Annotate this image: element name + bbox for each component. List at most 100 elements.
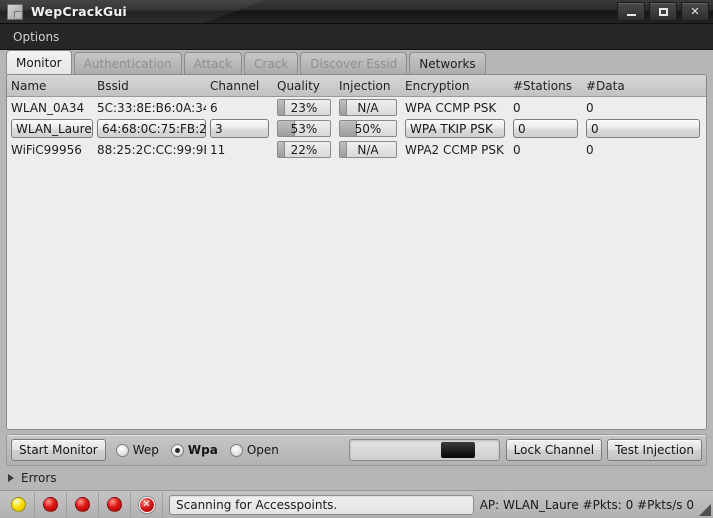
cell-stations[interactable]: 0 (509, 119, 582, 138)
radio-open[interactable]: Open (229, 443, 279, 457)
error-indicator[interactable]: ✕ (131, 491, 163, 518)
cell-stations-value: 0 (518, 121, 526, 136)
cell-injection[interactable]: N/A (335, 99, 401, 116)
cell-name[interactable]: WiFiC99956 (7, 143, 93, 157)
injection-value: 50% (354, 121, 382, 136)
cell-channel[interactable]: 3 (206, 119, 273, 138)
cell-data[interactable]: 0 (582, 143, 704, 157)
cell-stations-value: 0 (513, 100, 521, 115)
cell-data[interactable]: 0 (582, 101, 704, 115)
title-bar[interactable]: WepCrackGui ✕ (0, 0, 713, 24)
led-yellow-icon (11, 497, 26, 512)
cell-stations[interactable]: 0 (509, 101, 582, 115)
maximize-button[interactable] (649, 2, 677, 21)
column-header-name[interactable]: Name (7, 79, 93, 93)
cell-stations-editor[interactable]: 0 (513, 119, 578, 138)
cell-encryption-editor[interactable]: WPA TKIP PSK (405, 119, 505, 138)
tab-crack[interactable]: Crack (244, 52, 299, 74)
cell-data-value: 0 (586, 100, 594, 115)
quality-value: 23% (290, 100, 318, 115)
resize-grip-icon[interactable] (699, 504, 711, 516)
injection-bar: 50% (339, 120, 397, 137)
cell-bssid-editor[interactable]: 64:68:0C:75:FB:2B (97, 119, 206, 138)
radio-wpa-label: Wpa (187, 443, 218, 457)
cell-encryption[interactable]: WPA TKIP PSK (401, 119, 509, 138)
networks-table: Name Bssid Channel Quality Injection Enc… (6, 74, 707, 430)
monitor-action-bar: Start Monitor Wep Wpa Open Lock Channel … (6, 434, 707, 466)
cell-bssid[interactable]: 88:25:2C:CC:99:9B (93, 143, 206, 157)
status-message: Scanning for Accesspoints. (169, 494, 474, 515)
radio-wpa[interactable]: Wpa (170, 443, 218, 457)
tab-discover-essid[interactable]: Discover Essid (300, 52, 408, 74)
cell-data-value: 0 (586, 142, 594, 157)
close-button[interactable]: ✕ (681, 2, 709, 21)
column-header-injection[interactable]: Injection (335, 79, 401, 93)
error-x-icon: ✕ (138, 496, 155, 513)
led-red-icon (43, 497, 58, 512)
cell-bssid[interactable]: 64:68:0C:75:FB:2B (93, 119, 206, 138)
status-summary: AP: WLAN_Laure #Pkts: 0 #Pkts/s 0 (479, 497, 694, 512)
cell-channel-editor[interactable]: 3 (210, 119, 269, 138)
cell-encryption-value: WPA CCMP PSK (405, 100, 497, 115)
tab-authentication[interactable]: Authentication (73, 52, 182, 74)
cell-data-editor[interactable]: 0 (586, 119, 700, 138)
application-window: WepCrackGui ✕ Options Monitor Authentica… (0, 0, 713, 518)
table-row[interactable]: WLAN_0A34 5C:33:8E:B6:0A:34 6 23% N/A WPA CCM… (7, 97, 706, 118)
cell-data[interactable]: 0 (582, 119, 704, 138)
column-header-quality[interactable]: Quality (273, 79, 335, 93)
column-header-channel[interactable]: Channel (206, 79, 273, 93)
test-injection-button[interactable]: Test Injection (607, 439, 702, 461)
cell-name-value: WLAN_0A34 (11, 100, 85, 115)
minimize-icon (626, 13, 636, 16)
radio-wep[interactable]: Wep (115, 443, 159, 457)
led-indicator-1 (3, 491, 35, 518)
start-monitor-button[interactable]: Start Monitor (11, 439, 106, 461)
quality-value: 22% (290, 142, 318, 157)
tab-attack[interactable]: Attack (183, 52, 243, 74)
progress-pulse-block (440, 442, 475, 458)
column-header-encryption[interactable]: Encryption (401, 79, 509, 93)
cell-bssid[interactable]: 5C:33:8E:B6:0A:34 (93, 101, 206, 115)
cell-channel[interactable]: 6 (206, 101, 273, 115)
cell-stations-value: 0 (513, 142, 521, 157)
radio-open-icon (229, 443, 243, 457)
cell-name-value: WLAN_Laure (16, 121, 92, 136)
cell-name[interactable]: WLAN_0A34 (7, 101, 93, 115)
cell-encryption[interactable]: WPA CCMP PSK (401, 101, 509, 115)
lock-channel-button[interactable]: Lock Channel (505, 439, 603, 461)
menu-item-options[interactable]: Options (4, 27, 68, 47)
minimize-button[interactable] (617, 2, 645, 21)
maximize-icon (658, 7, 668, 16)
cell-quality[interactable]: 22% (273, 141, 335, 158)
tab-networks[interactable]: Networks (409, 52, 486, 74)
cell-quality[interactable]: 23% (273, 99, 335, 116)
cell-stations[interactable]: 0 (509, 143, 582, 157)
cell-quality[interactable]: 53% (273, 120, 335, 137)
cell-encryption[interactable]: WPA2 CCMP PSK (401, 143, 509, 157)
cell-injection[interactable]: N/A (335, 141, 401, 158)
led-red-icon (107, 497, 122, 512)
radio-wep-icon (115, 443, 129, 457)
bar-fill (340, 100, 347, 115)
tab-monitor[interactable]: Monitor (6, 50, 72, 74)
column-header-stations[interactable]: #Stations (509, 79, 582, 93)
table-row[interactable]: WiFiC99956 88:25:2C:CC:99:9B 11 22% N/A WPA2 … (7, 139, 706, 160)
triangle-right-icon (8, 474, 14, 482)
cell-channel[interactable]: 11 (206, 143, 273, 157)
table-body: WLAN_0A34 5C:33:8E:B6:0A:34 6 23% N/A WPA CCM… (7, 97, 706, 429)
window-icon (7, 3, 23, 20)
cell-name-value: WiFiC99956 (11, 142, 82, 157)
cell-name[interactable]: WLAN_Laure (7, 119, 93, 138)
column-header-data[interactable]: #Data (582, 79, 704, 93)
status-bar: ✕ Scanning for Accesspoints. AP: WLAN_La… (0, 490, 713, 518)
cell-bssid-value: 5C:33:8E:B6:0A:34 (97, 100, 206, 115)
errors-expander[interactable]: Errors (0, 466, 713, 490)
column-header-bssid[interactable]: Bssid (93, 79, 206, 93)
injection-value: N/A (357, 100, 379, 115)
cell-injection[interactable]: 50% (335, 120, 401, 137)
cell-name-editor[interactable]: WLAN_Laure (11, 119, 93, 138)
bar-fill (278, 142, 286, 157)
table-row[interactable]: WLAN_Laure 64:68:0C:75:FB:2B 3 53% 50% WPA TK… (7, 118, 706, 139)
cell-bssid-value: 88:25:2C:CC:99:9B (97, 142, 206, 157)
client-area: Monitor Authentication Attack Crack Disc… (0, 50, 713, 490)
